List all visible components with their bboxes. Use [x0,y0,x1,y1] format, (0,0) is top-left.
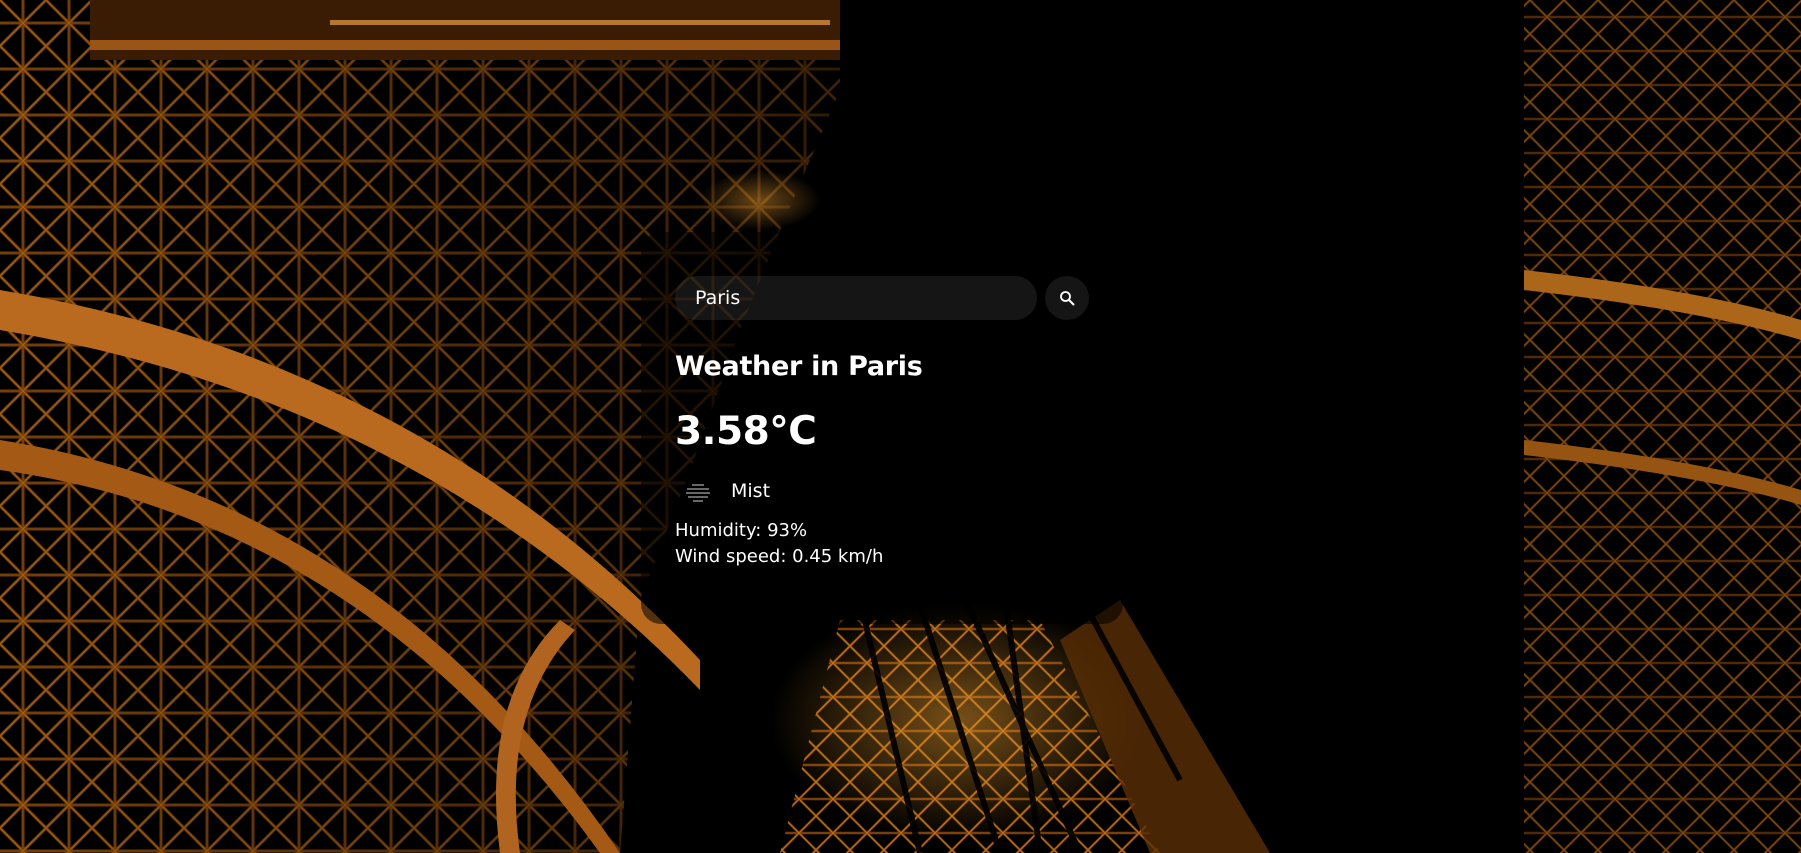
search-button[interactable] [1045,276,1089,320]
temperature: 3.58°C [675,409,817,454]
city-title: Weather in Paris [675,351,923,382]
weather-condition: Mist [675,476,1089,506]
search-icon [1059,290,1075,306]
weather-description: Mist [731,480,771,502]
weather-card: Weather in Paris 3.58°C Mist Humidity: 9… [641,232,1123,624]
wind-speed: Wind speed: 0.45 km/h [675,546,884,567]
search-bar [675,276,1089,320]
search-input[interactable] [675,276,1037,320]
mist-icon [683,476,713,506]
humidity: Humidity: 93% [675,520,808,541]
